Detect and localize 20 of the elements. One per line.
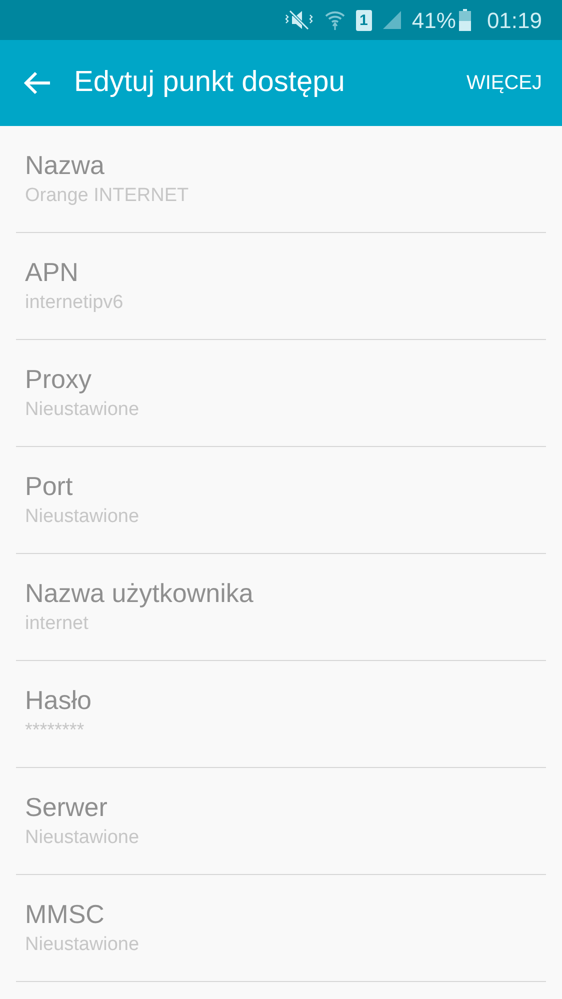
setting-label: Port — [25, 470, 74, 502]
setting-label: Hasło — [25, 684, 92, 716]
setting-label: Nazwa — [25, 149, 106, 181]
back-arrow-icon — [24, 71, 52, 95]
setting-label: MMSC — [25, 898, 106, 930]
screen-title: Edytuj punkt dostępu — [74, 65, 346, 100]
mute-icon — [284, 9, 314, 31]
more-button[interactable]: WIĘCEJ — [466, 68, 542, 98]
setting-item[interactable]: Hasło ******** — [16, 661, 546, 768]
battery-percent: 41% — [412, 6, 456, 34]
signal-icon — [382, 10, 402, 30]
setting-label: Nazwa użytkownika — [25, 577, 254, 609]
clock: 01:19 — [486, 6, 542, 34]
setting-value: ******** — [25, 719, 86, 743]
setting-label: Serwer — [25, 791, 108, 823]
sim-badge: 1 — [356, 10, 372, 30]
wifi-icon — [324, 9, 346, 31]
battery-icon — [458, 9, 471, 31]
setting-label: APN — [25, 256, 80, 288]
setting-label: Proxy — [25, 363, 92, 395]
